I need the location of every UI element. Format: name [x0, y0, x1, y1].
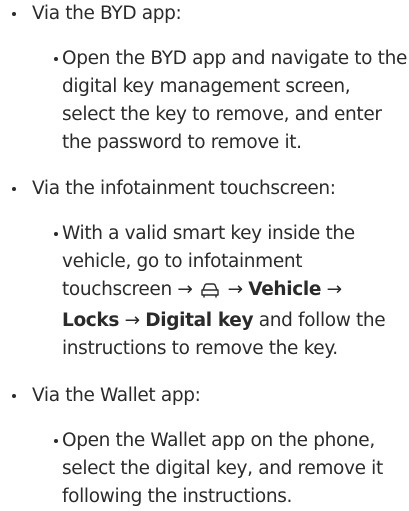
- section-heading-byd-app: Via the BYD app:: [32, 3, 182, 24]
- section-text-infotainment: With a valid smart key inside the vehicl…: [62, 220, 407, 363]
- section-text-byd-app: Open the BYD app and navigate to the dig…: [62, 48, 407, 153]
- sub-bullet: [54, 439, 58, 443]
- bullet: [12, 12, 16, 16]
- bullet: [12, 394, 16, 398]
- locks-label: Locks: [62, 310, 120, 331]
- digital-key-label: Digital key: [145, 310, 254, 331]
- section-text-wallet: Open the Wallet app on the phone, select…: [62, 430, 383, 507]
- bullet: [12, 187, 16, 191]
- arrow: →: [124, 310, 141, 331]
- arrow: →: [227, 279, 244, 300]
- arrow: →: [326, 279, 343, 300]
- vehicle-label: Vehicle: [248, 279, 322, 300]
- car-icon: [200, 279, 220, 307]
- sub-bullet: [54, 57, 58, 61]
- section-heading-wallet: Via the Wallet app:: [32, 385, 201, 406]
- sub-bullet: [54, 232, 58, 236]
- section-heading-infotainment: Via the infotainment touchscreen:: [32, 178, 336, 199]
